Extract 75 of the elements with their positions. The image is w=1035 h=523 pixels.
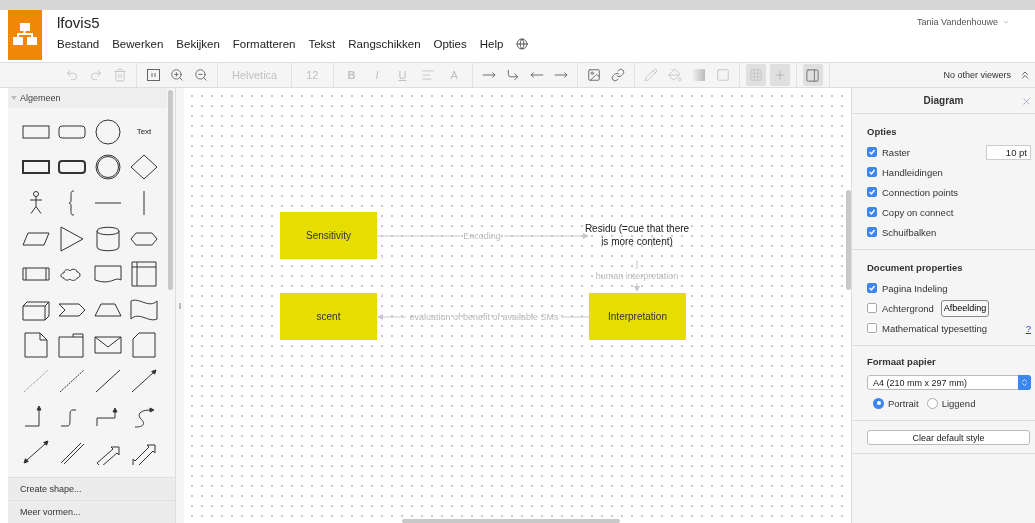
radio-label[interactable]: Portrait <box>888 397 919 409</box>
circle-icon[interactable] <box>93 118 123 145</box>
menu-item[interactable]: Opties <box>433 38 467 50</box>
menu-item[interactable]: Tekst <box>308 38 336 50</box>
checkbox[interactable] <box>867 187 877 197</box>
checkbox-label[interactable]: Raster <box>882 146 910 158</box>
cylinder-icon[interactable] <box>93 225 123 252</box>
sidebar-link[interactable]: Create shape... <box>8 477 175 500</box>
checkbox-label[interactable]: Connection points <box>882 186 959 198</box>
menu-item[interactable]: Bewerken <box>112 38 164 50</box>
section-title: Opties <box>867 126 898 137</box>
checkbox-label[interactable]: Handleidingen <box>882 166 943 178</box>
panel-title: Diagram <box>923 95 964 106</box>
checkbox[interactable] <box>867 227 877 237</box>
checkbox[interactable] <box>867 147 877 157</box>
diagram-node[interactable]: scent <box>280 293 377 340</box>
scrollbar-thumb[interactable] <box>846 190 851 290</box>
section-title: Algemeen <box>20 93 61 103</box>
guides-icon[interactable] <box>769 64 790 86</box>
table-icon[interactable] <box>129 261 159 288</box>
checkbox[interactable] <box>867 283 877 293</box>
page-icon[interactable] <box>21 332 51 359</box>
checkbox-label[interactable]: Achtergrond <box>882 302 934 314</box>
card-icon[interactable] <box>129 332 159 359</box>
close-icon[interactable] <box>1021 96 1032 107</box>
checkbox[interactable] <box>867 323 877 333</box>
dashed-line-icon[interactable] <box>57 367 87 394</box>
grid-icon[interactable] <box>745 64 766 86</box>
clear-style-button[interactable]: Clear default style <box>867 430 1030 445</box>
checkbox-label[interactable]: Schuifbalken <box>882 226 937 238</box>
circle-icon[interactable] <box>93 154 123 181</box>
menu-item[interactable]: Help <box>479 38 504 50</box>
menu-item[interactable]: Rangschikken <box>348 38 421 50</box>
checkbox[interactable] <box>867 303 877 313</box>
menu-item[interactable]: Bestand <box>57 38 100 50</box>
image-button[interactable]: Afbeelding <box>940 299 990 317</box>
checkbox-label[interactable]: Copy on connect <box>882 206 954 218</box>
connector-arrow[interactable] <box>503 233 589 239</box>
select-caret-icon <box>1020 378 1029 387</box>
expand-icon <box>11 95 17 101</box>
user-name[interactable]: Tania Vandenhouwe <box>917 17 998 27</box>
section-title: Formaat papier <box>867 356 937 367</box>
paper-size-select[interactable]: A4 (210 mm x 297 mm) <box>867 375 1031 390</box>
help-link[interactable]: ? <box>1025 322 1031 334</box>
text-shape[interactable]: Text <box>136 127 152 137</box>
checkbox[interactable] <box>867 207 877 217</box>
section-title: Document properties <box>867 262 964 273</box>
diagram-node[interactable]: Sensitivity <box>280 212 377 259</box>
menu-item[interactable]: Formatteren <box>232 38 296 50</box>
scrollbar-thumb[interactable] <box>402 519 620 523</box>
caret-icon[interactable] <box>1002 18 1010 26</box>
radio-button[interactable] <box>873 397 884 409</box>
panel-icon[interactable] <box>802 64 823 86</box>
line-icon[interactable] <box>93 367 123 394</box>
viewers-status: No other viewers <box>943 70 1012 80</box>
arrow-icon[interactable] <box>129 367 159 394</box>
diagram-text[interactable]: Residu (=cue that there is more content) <box>582 223 692 248</box>
checkbox[interactable] <box>867 167 877 177</box>
checkbox-label[interactable]: Mathematical typesetting <box>882 322 988 334</box>
radio-label[interactable]: Liggend <box>941 397 976 409</box>
connector-arrow[interactable] <box>377 314 407 320</box>
sidebar-link[interactable]: Meer vormen... <box>8 500 175 523</box>
radio-button[interactable] <box>926 397 938 409</box>
menu-item[interactable]: Bekijken <box>176 38 220 50</box>
grid-size-field[interactable]: 10 pt <box>986 144 1031 160</box>
diagram-node[interactable]: Interpretation <box>589 293 686 340</box>
scrollbar-thumb[interactable] <box>168 90 173 290</box>
document-title[interactable]: lfovis5 <box>57 14 918 32</box>
double-arrow-icon[interactable] <box>21 439 51 466</box>
section-header[interactable]: Algemeen <box>8 88 167 108</box>
connector-arrow[interactable] <box>634 282 640 292</box>
globe-icon[interactable] <box>516 38 529 50</box>
checkbox-label[interactable]: Pagina Indeling <box>882 282 948 294</box>
folder-icon[interactable] <box>57 332 87 359</box>
diamond-icon[interactable] <box>129 154 159 181</box>
